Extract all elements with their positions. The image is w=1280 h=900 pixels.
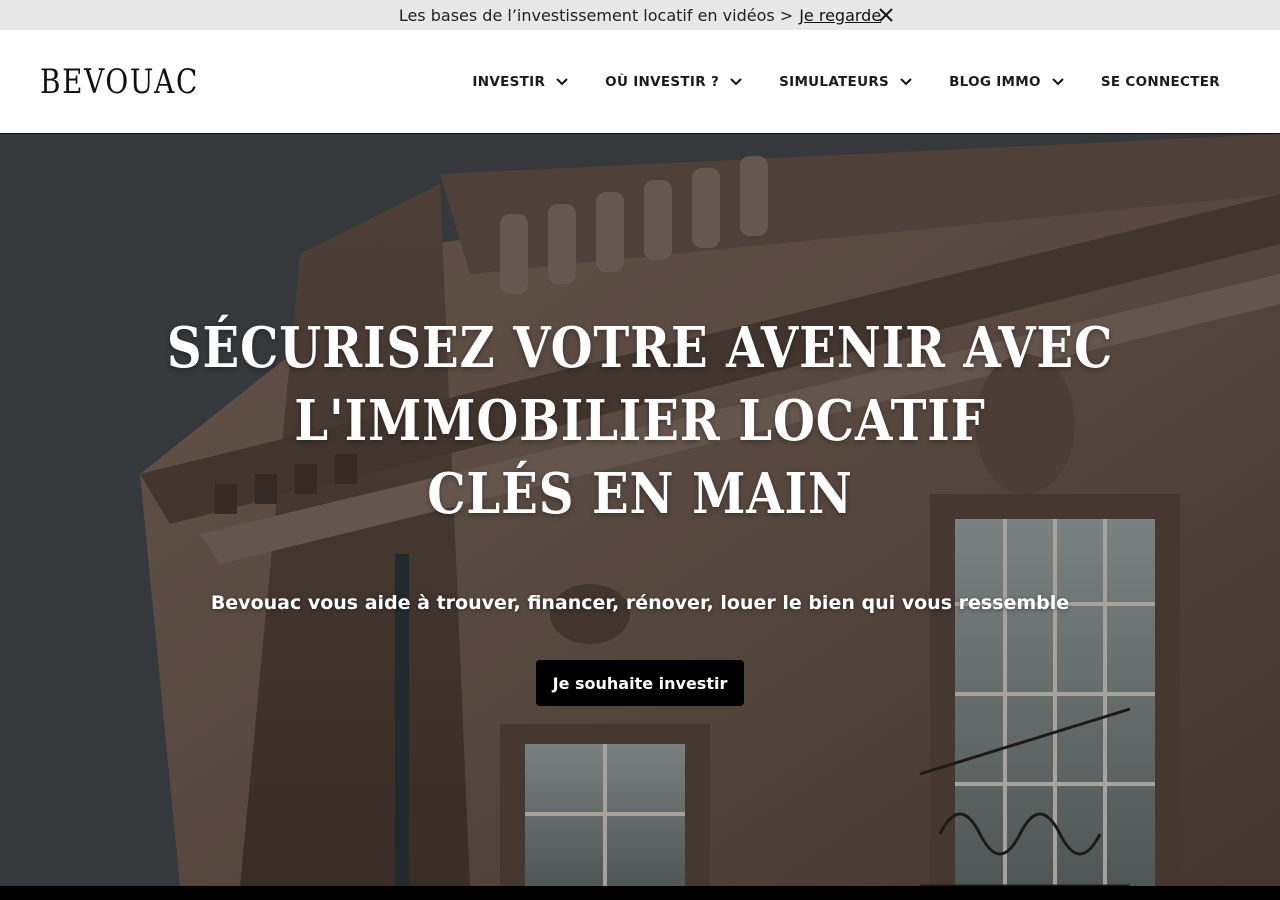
hero-title-line: L'IMMOBILIER LOCATIF — [294, 388, 986, 454]
nav-item-blog-immo[interactable]: BLOG IMMO — [949, 74, 1065, 90]
main-nav: INVESTIR OÙ INVESTIR ? SIMULATEURS BLOG … — [472, 30, 1220, 134]
hero-subtitle: Bevouac vous aide à trouver, financer, r… — [210, 592, 1070, 614]
hero-title-line: SÉCURISEZ VOTRE AVENIR AVEC — [166, 315, 1114, 381]
nav-item-ou-investir[interactable]: OÙ INVESTIR ? — [605, 74, 743, 90]
nav-item-simulateurs[interactable]: SIMULATEURS — [779, 74, 913, 90]
banner-message: Les bases de l’investissement locatif en… — [399, 6, 881, 25]
nav-label: BLOG IMMO — [949, 74, 1041, 90]
close-icon[interactable] — [876, 5, 896, 25]
chevron-down-icon — [900, 78, 912, 86]
announcement-banner: Les bases de l’investissement locatif en… — [0, 0, 1280, 30]
hero-title-line: CLÉS EN MAIN — [427, 461, 853, 527]
nav-item-investir[interactable]: INVESTIR — [472, 74, 569, 90]
chevron-down-icon — [730, 78, 742, 86]
bottom-divider — [0, 886, 1280, 900]
nav-label: SIMULATEURS — [779, 74, 890, 90]
hero-title: SÉCURISEZ VOTRE AVENIR AVEC L'IMMOBILIER… — [90, 312, 1191, 531]
nav-item-se-connecter[interactable]: SE CONNECTER — [1101, 74, 1220, 90]
banner-text: Les bases de l’investissement locatif en… — [398, 5, 794, 25]
logo[interactable]: BEVOUAC — [40, 62, 199, 102]
chevron-down-icon — [1052, 78, 1064, 86]
nav-label: INVESTIR — [472, 74, 546, 90]
nav-label: SE CONNECTER — [1100, 74, 1220, 90]
banner-link[interactable]: Je regarde — [799, 6, 881, 25]
site-header: BEVOUAC INVESTIR OÙ INVESTIR ? SIMULATEU… — [0, 30, 1280, 134]
invest-cta-button[interactable]: Je souhaite investir — [536, 660, 744, 706]
nav-label: OÙ INVESTIR ? — [605, 74, 720, 90]
hero-section: SÉCURISEZ VOTRE AVENIR AVEC L'IMMOBILIER… — [0, 134, 1280, 886]
chevron-down-icon — [556, 78, 568, 86]
